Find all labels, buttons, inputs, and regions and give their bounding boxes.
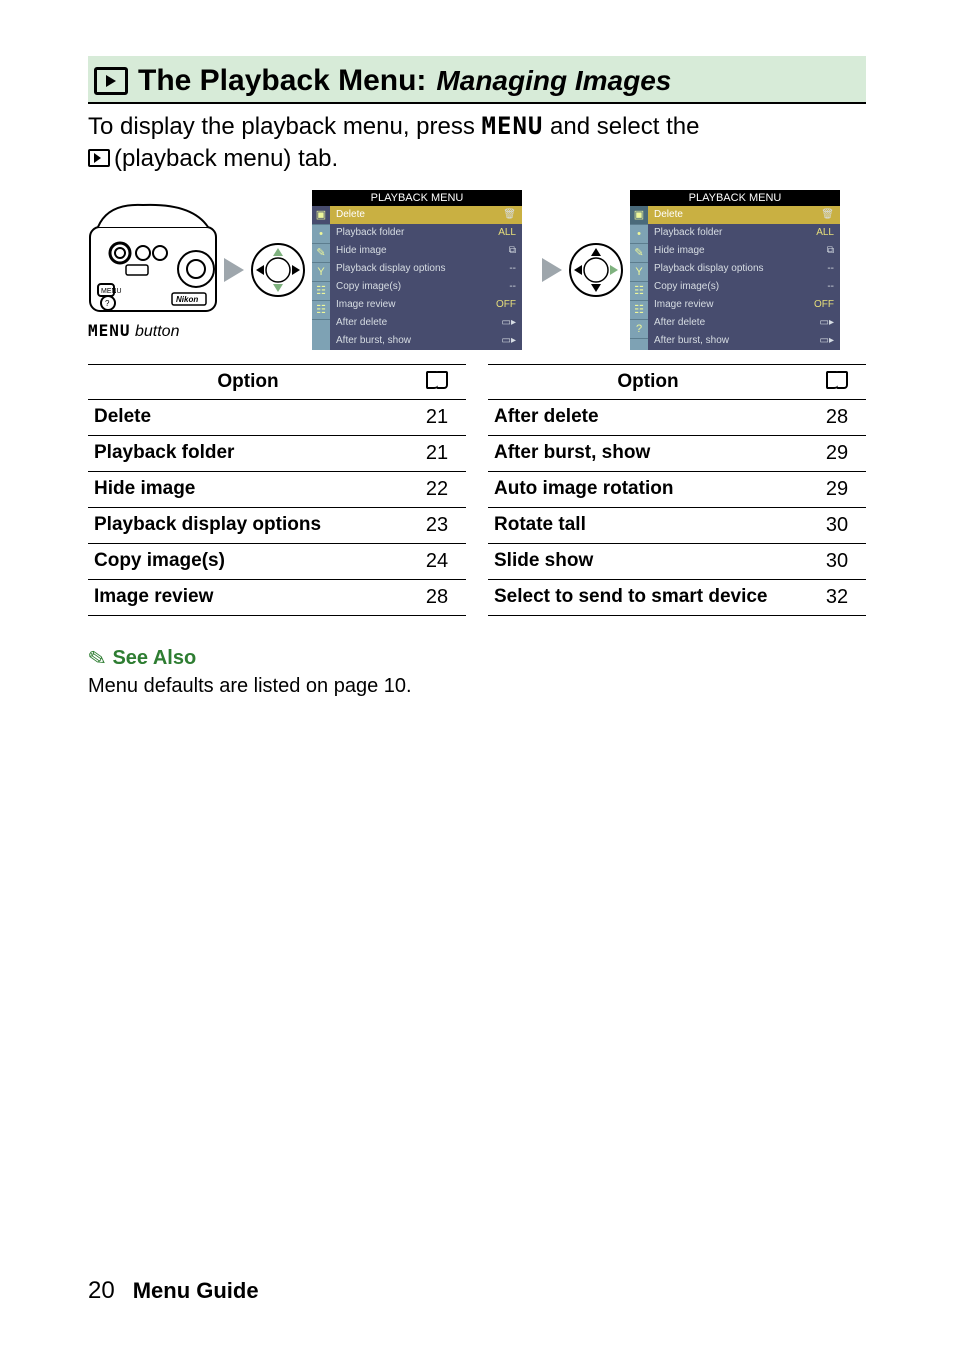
list-item: Delete🗑 xyxy=(648,206,840,224)
col-option: Option xyxy=(488,364,808,399)
page-number: 20 xyxy=(88,1277,115,1305)
table-row: Rotate tall30 xyxy=(488,507,866,543)
page-footer: 20 Menu Guide xyxy=(88,1277,259,1305)
playback-icon xyxy=(94,67,128,95)
heading-bar: The Playback Menu: Managing Images xyxy=(88,56,866,104)
table-row: After delete28 xyxy=(488,399,866,435)
tab-icon: ☷ xyxy=(312,282,330,301)
table-row: After burst, show29 xyxy=(488,435,866,471)
table-row: Auto image rotation29 xyxy=(488,471,866,507)
list-item: Playback display options-- xyxy=(648,260,840,278)
list-item: After burst, show▭▸ xyxy=(648,332,840,350)
list-item: Image reviewOFF xyxy=(330,296,522,314)
list-item: Playback folderALL xyxy=(648,224,840,242)
list-item: Image reviewOFF xyxy=(648,296,840,314)
book-icon xyxy=(826,371,848,387)
intro-part1: To display the playback menu, press xyxy=(88,113,482,140)
list-item: Copy image(s)-- xyxy=(648,278,840,296)
menu-screenshot-b: PLAYBACK MENU ▣ • ✎ Y ☷ ☷ ? Delete🗑 Play… xyxy=(630,190,840,350)
menu-button-label: MENU button xyxy=(88,321,179,341)
list-item: Playback folderALL xyxy=(330,224,522,242)
list-item: After burst, show▭▸ xyxy=(330,332,522,350)
list-item: Hide image⧉ xyxy=(648,242,840,260)
tab-icon: ☷ xyxy=(630,301,648,320)
see-also-block: ✎ See Also Menu defaults are listed on p… xyxy=(88,644,866,701)
svg-text:Nikon: Nikon xyxy=(176,295,198,304)
tab-icon: ✎ xyxy=(312,244,330,263)
section-title: Menu Guide xyxy=(133,1278,259,1304)
options-table-left: Option Delete21 Playback folder21 Hide i… xyxy=(88,364,466,616)
intro-part3: (playback menu) tab. xyxy=(114,145,338,172)
see-also-body: Menu defaults are listed on page 10. xyxy=(88,673,866,700)
list-item: After delete▭▸ xyxy=(648,314,840,332)
svg-text:?: ? xyxy=(105,299,110,308)
tab-icon: • xyxy=(630,225,648,244)
table-row: Image review28 xyxy=(88,579,466,615)
tab-icon: ☷ xyxy=(630,282,648,301)
screen-title: PLAYBACK MENU xyxy=(312,190,522,206)
camera-back-illustration: MENU ? Nikon xyxy=(88,199,218,319)
list-item: Playback display options-- xyxy=(330,260,522,278)
dpad-illustration xyxy=(250,242,306,298)
tab-icon: ▣ xyxy=(312,206,330,225)
col-option: Option xyxy=(88,364,408,399)
tab-icon: Y xyxy=(312,263,330,282)
pencil-icon: ✎ xyxy=(86,642,109,674)
tab-icon: ? xyxy=(630,320,648,339)
intro-part2: and select the xyxy=(543,113,699,140)
svg-text:MENU: MENU xyxy=(101,288,122,295)
tab-icon: ☷ xyxy=(312,301,330,320)
see-also-heading: See Also xyxy=(112,645,196,672)
col-page xyxy=(408,364,466,399)
tab-icon: Y xyxy=(630,263,648,282)
screen-tabs: ▣ • ✎ Y ☷ ☷ ? xyxy=(630,206,648,350)
table-row: Playback display options23 xyxy=(88,507,466,543)
option-tables: Option Delete21 Playback folder21 Hide i… xyxy=(88,364,866,616)
table-row: Copy image(s)24 xyxy=(88,543,466,579)
tab-icon: ✎ xyxy=(630,244,648,263)
table-row: Hide image22 xyxy=(88,471,466,507)
options-table-right: Option After delete28 After burst, show2… xyxy=(488,364,866,616)
heading-main: The Playback Menu: xyxy=(138,64,426,98)
arrow-right-icon xyxy=(542,258,562,282)
figure-strip: MENU ? Nikon MENU button xyxy=(88,190,866,350)
book-icon xyxy=(426,371,448,387)
menu-screenshot-a: PLAYBACK MENU ▣ • ✎ Y ☷ ☷ Delete🗑 Playba… xyxy=(312,190,522,350)
tab-icon: • xyxy=(312,225,330,244)
menu-glyph: MENU xyxy=(482,112,544,140)
tab-icon: ▣ xyxy=(630,206,648,225)
list-item: Hide image⧉ xyxy=(330,242,522,260)
playback-icon xyxy=(88,149,110,167)
arrow-right-icon xyxy=(224,258,244,282)
table-row: Slide show30 xyxy=(488,543,866,579)
list-item: Copy image(s)-- xyxy=(330,278,522,296)
screen-title: PLAYBACK MENU xyxy=(630,190,840,206)
col-page xyxy=(808,364,866,399)
dpad-illustration xyxy=(568,242,624,298)
list-item: Delete🗑 xyxy=(330,206,522,224)
screen-tabs: ▣ • ✎ Y ☷ ☷ xyxy=(312,206,330,350)
table-row: Select to send to smart device32 xyxy=(488,579,866,615)
table-row: Delete21 xyxy=(88,399,466,435)
table-row: Playback folder21 xyxy=(88,435,466,471)
list-item: After delete▭▸ xyxy=(330,314,522,332)
intro-text: To display the playback menu, press MENU… xyxy=(88,110,866,176)
heading-sub: Managing Images xyxy=(436,65,671,97)
